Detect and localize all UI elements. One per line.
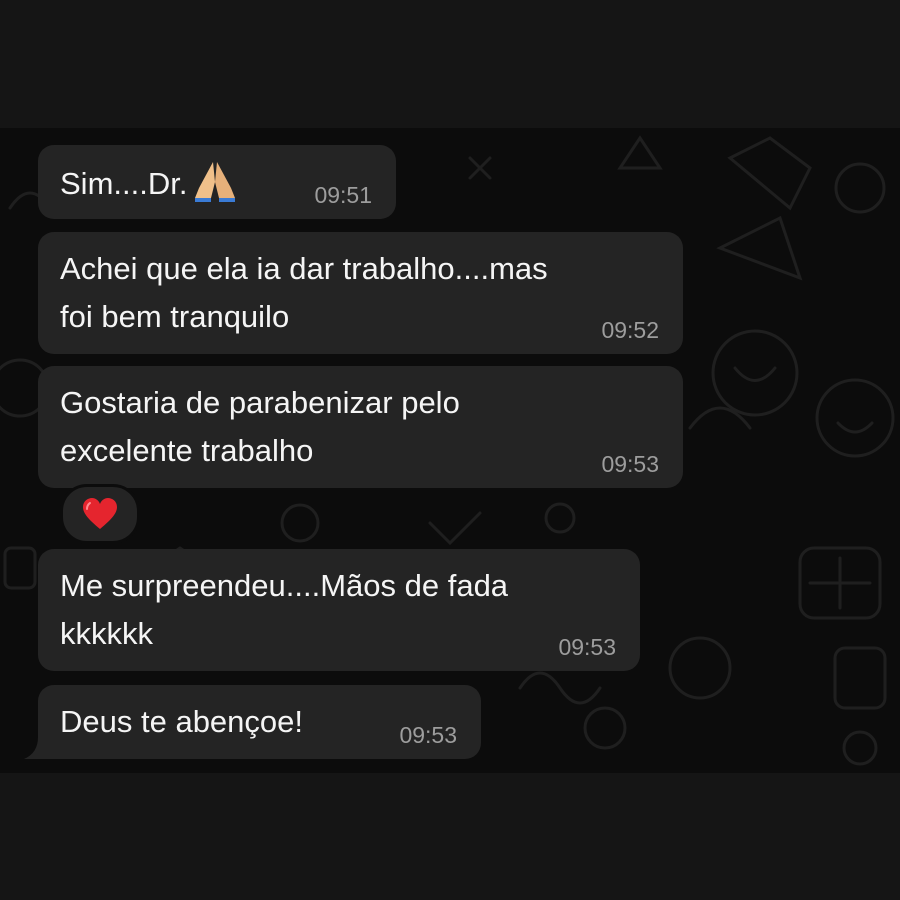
message-bubble-4[interactable]: Me surpreendeu....Mãos de fada kkkkkk 09… [38, 549, 640, 671]
message-timestamp: 09:53 [601, 451, 659, 477]
message-timestamp: 09:51 [314, 182, 372, 208]
red-heart-icon [83, 498, 117, 529]
message-bubble-2[interactable]: Achei que ela ia dar trabalho....mas foi… [38, 232, 683, 354]
message-bubble-3[interactable]: Gostaria de parabenizar pelo excelente t… [38, 366, 683, 488]
message-timestamp: 09:53 [558, 634, 616, 660]
message-text: Sim....Dr. [60, 158, 237, 208]
reaction-badge[interactable] [60, 484, 140, 544]
message-bubble-1[interactable]: Sim....Dr. 09:51 [38, 145, 396, 219]
message-text: Me surpreendeu....Mãos de fada kkkkkk [60, 568, 509, 651]
message-text: Achei que ela ia dar trabalho....mas foi… [60, 251, 548, 334]
message-timestamp: 09:53 [399, 722, 457, 748]
message-timestamp: 09:52 [601, 317, 659, 343]
message-text: Gostaria de parabenizar pelo excelente t… [60, 385, 460, 468]
folded-hands-icon [195, 162, 236, 202]
bubble-tail [24, 737, 46, 759]
message-text: Deus te abençoe! [60, 704, 304, 739]
message-bubble-5[interactable]: Deus te abençoe! 09:53 [24, 685, 481, 759]
chat-area[interactable]: Sim....Dr. 09:51 Achei que ela ia dar tr… [0, 128, 900, 773]
